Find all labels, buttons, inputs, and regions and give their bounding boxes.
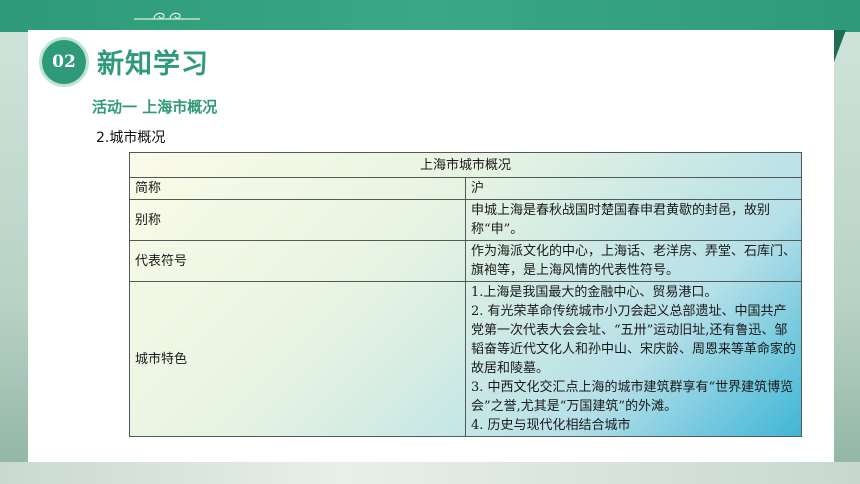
row-content: 申城上海是春秋战国时楚国春申君黄歇的封邑，故别称“申”。: [465, 199, 802, 241]
row-content: 沪: [465, 177, 802, 200]
subheading: 2.城市概况: [96, 130, 166, 146]
table-row: 简称 沪: [129, 177, 802, 200]
feature-line: 3. 中西文化交汇点上海的城市建筑群享有“世界建筑博览会”之誉,尤其是“万国建筑…: [471, 380, 794, 414]
feature-line: 2. 有光荣革命传统城市小刀会起义总部遗址、中国共产党第一次代表大会会址、“五卅…: [471, 304, 797, 376]
bottom-landscape-decoration: [0, 462, 860, 484]
row-label: 代表符号: [129, 240, 466, 282]
city-overview-table: 上海市城市概况 简称 沪 别称 申城上海是春秋战国时楚国春申君黄歇的封邑，故别称…: [129, 152, 802, 437]
row-content: 1.上海是我国最大的金融中心、贸易港口。 2. 有光荣革命传统城市小刀会起义总部…: [465, 281, 802, 437]
row-label: 别称: [129, 199, 466, 241]
cloud-ornament-icon: [134, 12, 200, 20]
section-title: 新知学习: [97, 49, 209, 80]
table-row: 代表符号 作为海派文化的中心，上海话、老洋房、弄堂、石库门、旗袍等，是上海风情的…: [129, 240, 802, 282]
row-content: 作为海派文化的中心，上海话、老洋房、弄堂、石库门、旗袍等，是上海风情的代表性符号…: [465, 240, 802, 282]
feature-line: 1.上海是我国最大的金融中心、贸易港口。: [471, 285, 718, 300]
top-banner: [0, 0, 860, 32]
table-row: 城市特色 1.上海是我国最大的金融中心、贸易港口。 2. 有光荣革命传统城市小刀…: [129, 281, 802, 437]
table-header: 上海市城市概况: [129, 152, 802, 178]
table-row: 别称 申城上海是春秋战国时楚国春申君黄歇的封邑，故别称“申”。: [129, 199, 802, 241]
row-label: 城市特色: [129, 281, 466, 437]
table-header-row: 上海市城市概况: [129, 152, 802, 178]
section-number-badge: 02: [42, 40, 86, 84]
row-label: 简称: [129, 177, 466, 200]
activity-title: 活动一 上海市概况: [92, 98, 218, 116]
feature-line: 4. 历史与现代化相结合城市: [471, 418, 631, 433]
corner-tab-decoration: [834, 30, 846, 62]
